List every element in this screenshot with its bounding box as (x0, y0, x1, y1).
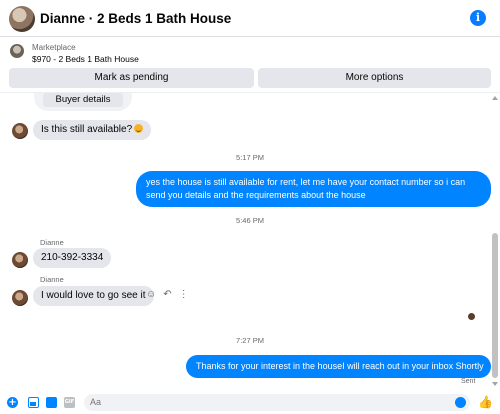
dianne-avatar[interactable] (12, 290, 28, 306)
listing-avatar[interactable] (9, 6, 35, 32)
message-bubble-incoming[interactable]: 210-392-3334 (33, 248, 112, 268)
scroll-down-icon[interactable] (492, 382, 498, 386)
message-text: Is this still available? (41, 124, 133, 135)
more-options-button[interactable]: More options (258, 68, 491, 88)
mark-as-pending-button[interactable]: Mark as pending (9, 68, 254, 88)
gif-icon[interactable]: GIF (64, 397, 75, 408)
listing-category: Marketplace (32, 43, 76, 52)
listing-name[interactable]: $970 - 2 Beds 1 Bath House (32, 54, 139, 64)
message-input[interactable] (84, 394, 470, 411)
plus-icon[interactable]: + (7, 397, 18, 408)
conversation-header: Dianne · 2 Beds 1 Bath House i (0, 0, 500, 37)
image-icon[interactable] (28, 397, 39, 408)
react-icon[interactable]: ☺ (146, 289, 156, 300)
scrollbar[interactable] (492, 93, 498, 389)
message-text: yes the house is still available for ren… (146, 177, 466, 200)
scroll-up-icon[interactable] (492, 96, 498, 100)
message-bubble-incoming[interactable]: Is this still available? (33, 120, 152, 140)
sender-name: Dianne (40, 275, 64, 284)
listing-panel: Marketplace $970 - 2 Beds 1 Bath House M… (0, 37, 500, 92)
message-bubble-outgoing[interactable]: yes the house is still available for ren… (136, 171, 491, 207)
reply-icon[interactable]: ↶ (163, 289, 171, 300)
composer-bar: + GIF 👍 (0, 389, 500, 414)
seen-receipt-avatar (468, 313, 475, 320)
message-actions: ☺ ↶ ⋮ (146, 289, 189, 300)
dianne-avatar[interactable] (12, 123, 28, 139)
scrollbar-thumb[interactable] (492, 233, 498, 378)
buyer-details-button[interactable]: Buyer details (43, 93, 123, 107)
thumbs-up-icon[interactable]: 👍 (478, 396, 493, 408)
smile-emoji-icon (134, 124, 144, 133)
dianne-avatar[interactable] (12, 252, 28, 268)
message-text: Thanks for your interest in the houseI w… (196, 361, 484, 371)
timestamp: 5:17 PM (236, 153, 264, 162)
timestamp: 7:27 PM (236, 336, 264, 345)
timestamp: 5:46 PM (236, 216, 264, 225)
message-text: I would love to go see it (41, 290, 146, 301)
listing-thumbnail[interactable] (10, 44, 24, 58)
sender-name: Dianne (40, 238, 64, 247)
message-thread[interactable]: Buyer details Is this still available? 5… (0, 92, 500, 389)
message-status: Sent (461, 378, 476, 385)
info-icon[interactable]: i (470, 10, 486, 26)
emoji-icon[interactable] (455, 397, 466, 408)
message-bubble-outgoing[interactable]: Thanks for your interest in the houseI w… (186, 355, 491, 378)
message-text: 210-392-3334 (41, 252, 104, 263)
message-bubble-incoming[interactable]: I would love to go see it (33, 286, 154, 306)
conversation-title[interactable]: Dianne · 2 Beds 1 Bath House (40, 11, 231, 26)
more-icon[interactable]: ⋮ (179, 289, 189, 300)
sticker-icon[interactable] (46, 397, 57, 408)
